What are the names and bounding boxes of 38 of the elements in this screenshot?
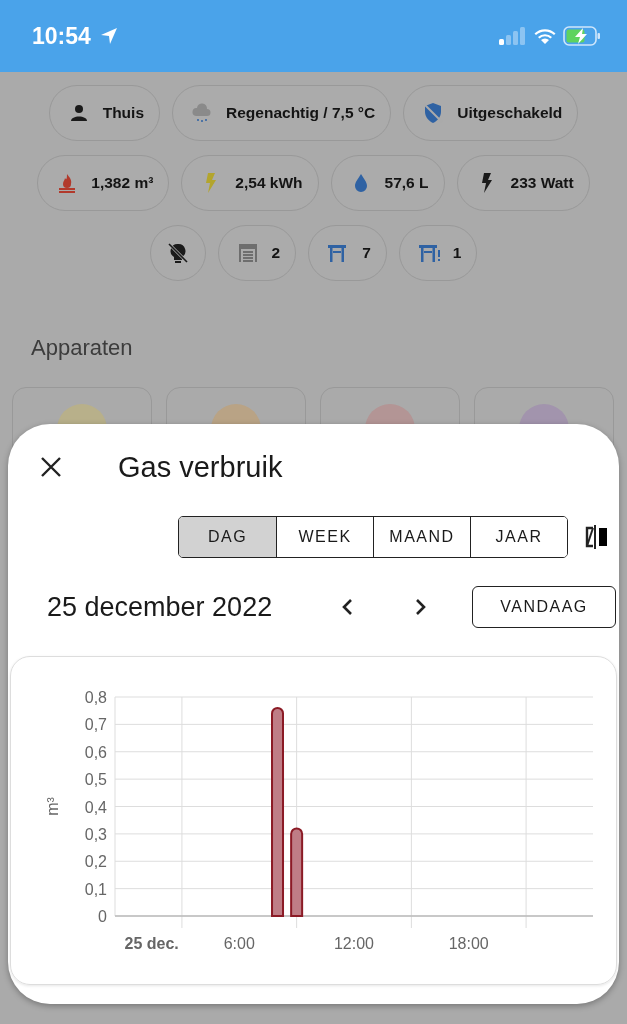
clock: 10:54 [32,22,91,50]
status-chip[interactable]: 1,382 m³ [37,155,170,211]
close-icon [40,456,62,478]
wifi-icon [533,27,557,45]
status-chip[interactable]: Thuis [48,85,160,141]
axis-tick-label: 0,2 [84,853,107,871]
axis-tick-label: 0,3 [84,825,107,843]
status-chip[interactable]: 2,54 kWh [181,155,319,211]
status-chip[interactable]: 1 [398,225,478,281]
dialog-title: Gas verbruik [118,450,283,484]
status-chip[interactable]: 2 [217,225,297,281]
axis-tick-label: 6:00 [223,935,255,952]
axis-tick-label: 0,1 [84,880,107,898]
status-chip[interactable]: 7 [308,225,387,281]
compare-icon[interactable] [584,523,610,551]
status-chip[interactable]: Uitgeschakeld [403,85,579,141]
axis-tick-label: 18:00 [448,935,489,952]
axis-title: m³ [44,797,61,816]
date-label: 25 december 2022 [47,591,274,623]
axis-tick-label: 0,8 [84,689,107,706]
section-heading: Apparaten [31,335,134,361]
axis-tick-label: 0 [98,908,107,925]
axis-tick-label: 25 dec. [124,935,179,952]
today-button[interactable]: VANDAAG [472,586,616,628]
axis-tick-label: 0,6 [84,743,107,761]
status-chip[interactable]: 233 Watt [456,155,590,211]
status-chip[interactable]: Regenachtig / 7,5 °C [172,85,392,141]
axis-tick-label: 0,5 [84,771,107,789]
next-icon[interactable] [414,597,428,617]
status-chip[interactable]: 57,6 L [330,155,445,211]
period-tab[interactable]: JAAR [470,517,567,557]
axis-tick-label: 0,4 [84,798,107,816]
axis-tick-label: 0,7 [84,716,107,734]
previous-icon[interactable] [340,597,354,617]
axis-tick-label: 12:00 [334,935,374,952]
battery-charging-icon [563,26,601,46]
signal-icon [499,27,527,45]
period-tab[interactable]: DAG [179,517,276,557]
